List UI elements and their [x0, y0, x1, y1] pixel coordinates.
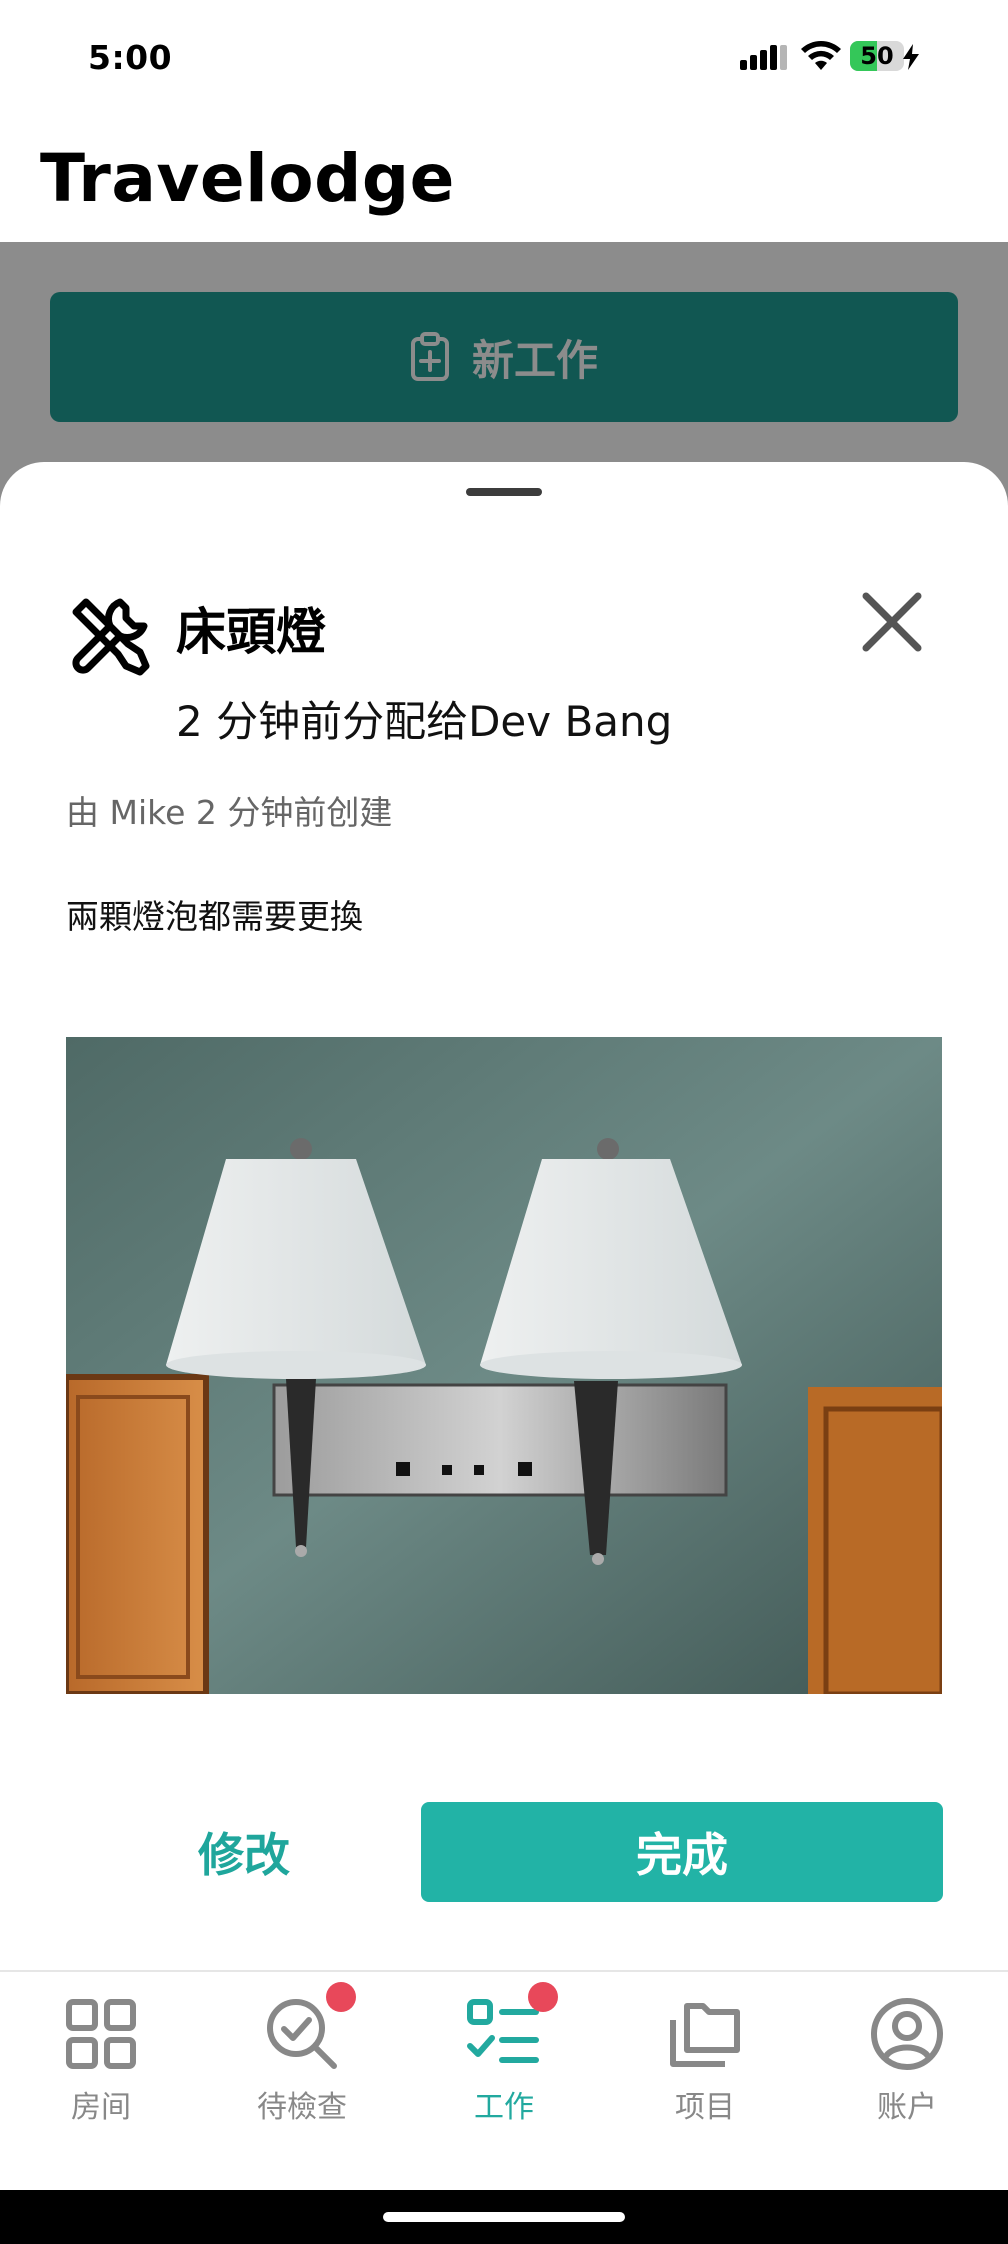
done-button[interactable]: 完成 [421, 1802, 943, 1902]
battery-level: 50 [860, 42, 894, 70]
tab-inspection[interactable]: 待檢查 [222, 1982, 382, 2136]
notification-badge [326, 1982, 356, 2012]
inspect-search-icon [267, 1999, 337, 2069]
charging-bolt-icon [903, 44, 919, 70]
status-time: 5:00 [88, 38, 173, 77]
tab-rooms[interactable]: 房间 [21, 1996, 181, 2136]
cellular-signal-icon [740, 45, 787, 70]
tab-label: 待檢查 [257, 2090, 347, 2125]
app-title: Travelodge [40, 140, 455, 217]
status-bar: 5:00 50 [0, 0, 1008, 112]
tab-label: 项目 [675, 2090, 735, 2125]
folders-icon [670, 2003, 740, 2067]
tab-jobs[interactable]: 工作 [424, 1982, 584, 2136]
tab-bar: 房间 待檢查 工作 项目 账户 [0, 1970, 1008, 2190]
job-photo[interactable] [66, 1037, 942, 1694]
tab-label: 房间 [71, 2090, 131, 2125]
battery-icon: 50 [850, 41, 904, 71]
sheet-grabber[interactable] [466, 488, 542, 496]
edit-button[interactable]: 修改 [66, 1802, 422, 1902]
job-title: 床頭燈 [176, 603, 326, 661]
notification-badge [528, 1982, 558, 2012]
tab-account[interactable]: 账户 [827, 1996, 987, 2136]
task-list-icon [467, 1999, 539, 2063]
created-info: 由 Mike 2 分钟前创建 [66, 793, 393, 832]
job-detail-sheet: 床頭燈 2 分钟前分配给Dev Bang 由 Mike 2 分钟前创建 兩顆燈泡… [0, 462, 1008, 1972]
account-icon [871, 1998, 943, 2070]
tab-label: 账户 [877, 2090, 937, 2125]
assigned-info: 2 分钟前分配给Dev Bang [176, 697, 673, 746]
home-indicator[interactable] [383, 2212, 625, 2222]
tab-projects[interactable]: 项目 [625, 1996, 785, 2136]
tools-icon [72, 598, 150, 676]
job-description: 兩顆燈泡都需要更換 [66, 897, 363, 936]
close-icon[interactable] [856, 586, 928, 658]
tab-label: 工作 [474, 2090, 534, 2125]
wifi-icon [801, 41, 841, 70]
grid-icon [66, 1999, 136, 2069]
wall-lamps-photo [66, 1037, 942, 1694]
